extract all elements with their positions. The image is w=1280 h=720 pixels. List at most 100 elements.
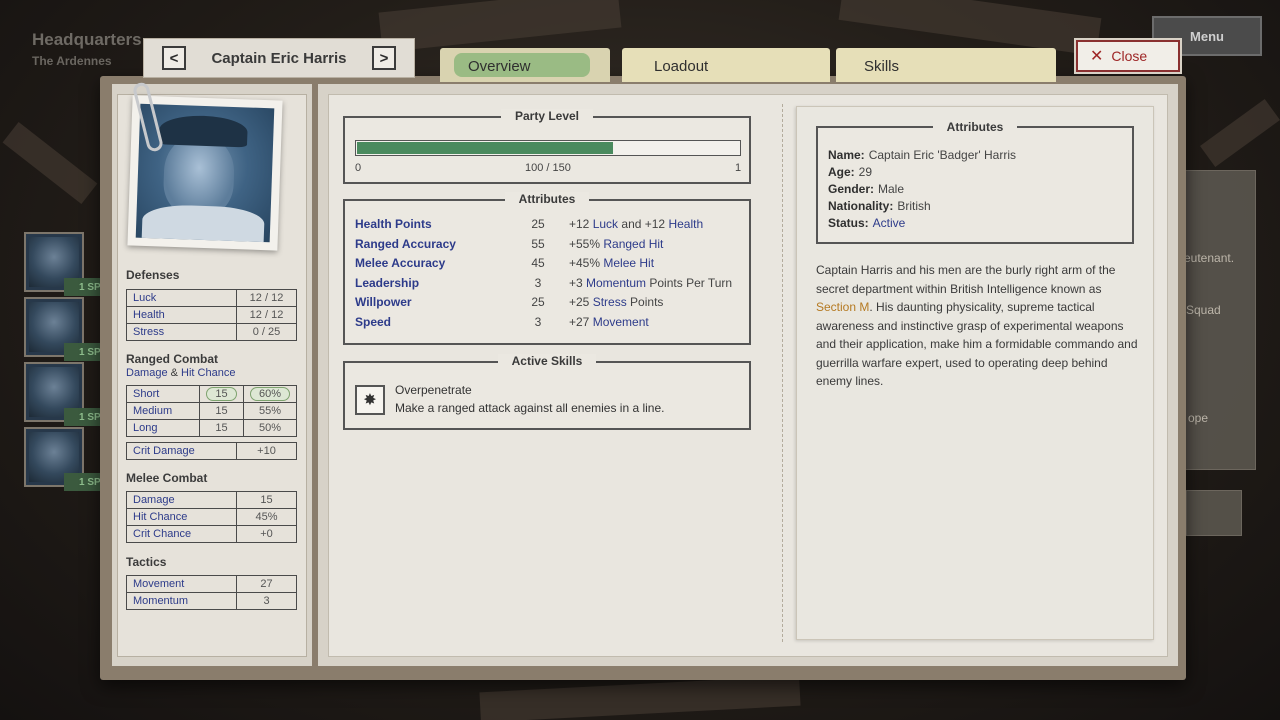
attribute-name: Speed [355,315,392,329]
background-card [1186,490,1242,536]
range-hit: 60% [242,385,298,403]
bio-status-row: Status: Active [828,216,905,230]
bio-age-label: Age: [828,165,855,179]
bio-status-value: Active [872,216,906,230]
next-character-button[interactable]: > [372,46,396,70]
character-name-bar: < Captain Eric Harris > [143,38,415,78]
stat-value: +0 [236,525,297,543]
attribute-name: Willpower [355,295,412,310]
bonus-text: Points Per Turn [646,275,733,290]
table-row: Stress 0 / 25 [126,323,297,341]
party-level-progress-bar [355,140,741,156]
party-level-title: Party Level [345,109,749,123]
bonus-stat-link: Momentum [586,275,647,290]
party-level-progress-fill [357,142,614,154]
table-row: Crit Damage +10 [126,442,297,460]
bio-name-value: Captain Eric 'Badger' Harris [868,148,1016,162]
bonus-text: +27 [569,315,593,329]
stat-value: 15 [236,491,297,509]
roster-slot[interactable]: 1 SP! [24,232,110,296]
roster-slot[interactable]: 1 SP! [24,427,110,491]
active-skills-title-text: Active Skills [497,354,597,368]
attribute-row: Health Points 25 +12 Luck and +12 Health [355,217,745,236]
roster-slot[interactable]: 1 SP! [24,362,110,426]
crosshair-shot-icon[interactable]: ✸ [355,385,385,415]
bonus-stat-link: Health [668,217,704,231]
previous-character-button[interactable]: < [162,46,186,70]
attribute-row: Leadership 3 +3 Momentum Points Per Turn [355,276,745,295]
location-title: Headquarters [32,30,142,49]
tactics-heading: Tactics [126,555,167,569]
range-damage: 15 [198,402,244,420]
tab-loadout[interactable]: Loadout [622,48,830,82]
bio-attributes-title-text: Attributes [932,120,1018,134]
skill-name: Overpenetrate [395,383,472,397]
background-text: ope [1188,411,1209,425]
ranged-combat-subheading: Damage & Hit Chance [126,367,235,379]
table-row: Crit Chance +0 [126,525,297,543]
ranged-combat-heading: Ranged Combat [126,352,219,366]
range-hit: 50% [242,419,298,437]
stat-value: 3 [236,592,297,610]
table-row: Short 15 60% [126,385,298,403]
attributes-title: Attributes [345,192,749,206]
stat-label: Crit Damage [126,442,237,460]
attribute-row: Speed 3 +27 Movement [355,315,745,334]
hit-chance-caption: Hit Chance [181,367,236,379]
stat-label: Hit Chance [126,508,237,526]
bonus-text: +45% [569,256,604,271]
active-skills-box: Active Skills ✸ Overpenetrate Make a ran… [343,354,751,430]
character-name: Captain Eric Harris [211,49,347,67]
melee-combat-heading: Melee Combat [126,471,208,485]
active-skills-title: Active Skills [345,354,749,368]
stat-label: Luck [126,289,237,307]
bio-name-label: Name: [828,148,865,162]
range-label: Long [126,419,200,437]
skill-description: Make a ranged attack against all enemies… [395,401,665,415]
attribute-value: 3 [534,315,542,329]
close-icon: ✕ [1090,48,1104,65]
attribute-name: Ranged Accuracy [355,236,456,251]
bonus-text: and +12 [618,217,669,231]
stat-label: Stress [126,323,237,341]
tab-skills[interactable]: Skills [836,48,1056,82]
range-damage: 15 [198,419,244,437]
party-level-min: 0 [355,162,362,174]
page-divider [782,104,783,642]
background-text: eutenant. [1184,251,1235,265]
range-damage-value: 15 [206,387,237,401]
attribute-name: Melee Accuracy [355,256,446,271]
attribute-row: Melee Accuracy 45 +45% Melee Hit [355,256,745,275]
attribute-value: 55 [531,236,545,251]
bio-description: Captain Harris and his men are the burly… [816,261,1138,391]
stat-value: 45% [236,508,297,526]
bio-nationality-label: Nationality: [828,199,894,213]
bio-status-label: Status: [828,216,869,230]
attribute-bonus: +55% Ranged Hit [569,237,663,251]
table-row: Medium 15 55% [126,402,298,420]
tab-loadout-label: Loadout [654,58,709,75]
melee-table: Damage 15 Hit Chance 45% Crit Chance +0 [126,491,297,543]
attribute-bonus: +3 Momentum Points Per Turn [569,276,732,290]
table-row: Momentum 3 [126,592,297,610]
roster-slot[interactable]: 1 SP! [24,297,110,361]
bio-attributes-box: Attributes Name: Captain Eric 'Badger' Ha… [816,120,1134,244]
bio-text-highlight[interactable]: Section M [816,300,869,314]
stat-label: Damage [126,491,237,509]
bio-gender-row: Gender: Male [828,182,904,196]
attribute-value: 25 [531,295,545,310]
party-level-max: 1 [735,162,742,174]
bonus-text: +25 [569,295,593,310]
bonus-stat-link: Stress [592,295,627,310]
bonus-stat-link: Luck [592,217,619,231]
background-text: Squad [1186,303,1221,317]
range-hit: 55% [242,402,298,420]
stat-value: +10 [236,442,297,460]
defenses-heading: Defenses [126,268,180,282]
background-card [1182,170,1256,470]
tactics-table: Movement 27 Momentum 3 [126,575,297,610]
close-button[interactable]: ✕ Close [1074,38,1182,74]
table-row: Long 15 50% [126,419,298,437]
tab-overview[interactable]: Overview [440,48,610,82]
ampersand: & [170,367,178,379]
